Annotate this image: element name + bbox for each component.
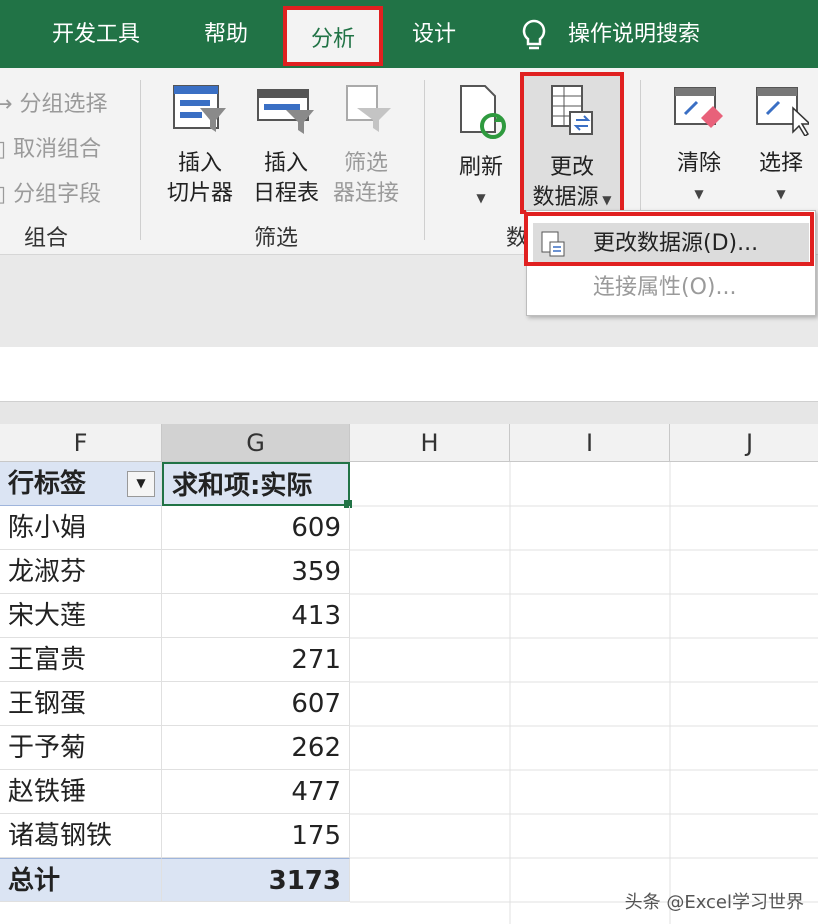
insert-slicer-button[interactable]: 插入 切片器 xyxy=(160,84,240,209)
ungroup-button[interactable]: ▯ 取消组合 xyxy=(0,131,101,163)
pivot-value[interactable]: 477 xyxy=(162,770,350,814)
filter-connections-icon xyxy=(326,84,406,145)
pivot-row-label-header: 行标签 ▼ xyxy=(0,462,162,506)
column-header-f[interactable]: F xyxy=(0,424,162,462)
refresh-button[interactable]: 刷新 ▼ xyxy=(446,84,516,213)
chevron-down-icon: ▼ xyxy=(776,187,786,201)
formula-bar[interactable] xyxy=(0,347,818,402)
column-header-i[interactable]: I xyxy=(510,424,670,462)
pivot-row-label[interactable]: 诸葛钢铁 xyxy=(0,814,162,858)
group-selection-button[interactable]: → 分组选择 xyxy=(0,86,107,118)
pivot-value[interactable]: 262 xyxy=(162,726,350,770)
pivot-total-value[interactable]: 3173 xyxy=(162,858,350,902)
ungroup-icon: ▯ xyxy=(0,137,7,162)
tab-design[interactable]: 设计 xyxy=(412,0,456,68)
lightbulb-icon xyxy=(520,0,548,68)
pivot-row-label[interactable]: 龙淑芬 xyxy=(0,550,162,594)
clear-button[interactable]: 清除 ▼ xyxy=(664,84,734,209)
ribbon-separator xyxy=(140,80,141,240)
ribbon-separator xyxy=(424,80,425,240)
group-field-icon: ▯ xyxy=(0,182,7,207)
pivot-row-label[interactable]: 宋大莲 xyxy=(0,594,162,638)
highlight-box-change-source xyxy=(520,72,624,214)
filter-dropdown-button[interactable]: ▼ xyxy=(127,471,155,497)
tab-developer[interactable]: 开发工具 xyxy=(52,0,140,68)
tab-analyze[interactable]: 分析 xyxy=(283,6,383,66)
highlight-box-menu-item xyxy=(524,212,814,266)
timeline-icon xyxy=(246,84,326,145)
pivot-row-label[interactable]: 赵铁锤 xyxy=(0,770,162,814)
group-selection-icon: → xyxy=(0,92,13,117)
chevron-down-icon: ▼ xyxy=(476,191,486,205)
pivot-value[interactable]: 607 xyxy=(162,682,350,726)
column-header-g[interactable]: G xyxy=(162,424,350,462)
clear-icon xyxy=(664,84,734,145)
pivot-row-label[interactable]: 王钢蛋 xyxy=(0,682,162,726)
pivot-row-label[interactable]: 王富贵 xyxy=(0,638,162,682)
filter-connections-button[interactable]: 筛选 器连接 xyxy=(326,84,406,209)
refresh-icon xyxy=(446,84,516,149)
sheet-gap xyxy=(0,402,818,424)
pivot-value[interactable]: 413 xyxy=(162,594,350,638)
watermark: 头条 @Excel学习世界 xyxy=(624,892,804,913)
chevron-down-icon: ▼ xyxy=(694,187,704,201)
pivot-value[interactable]: 359 xyxy=(162,550,350,594)
column-header-j[interactable]: J xyxy=(670,424,818,462)
filter-group-label: 筛选 xyxy=(254,226,299,251)
group-field-button[interactable]: ▯ 分组字段 xyxy=(0,176,101,208)
group-label: 组合 xyxy=(24,226,69,251)
pivot-value[interactable]: 271 xyxy=(162,638,350,682)
select-button[interactable]: 选择 ▼ xyxy=(746,84,816,209)
menu-item-connection-properties[interactable]: 连接属性(O)... xyxy=(533,267,809,309)
ribbon-tab-bar: 开发工具 帮助 分析 设计 操作说明搜索 xyxy=(0,0,818,68)
tab-help[interactable]: 帮助 xyxy=(204,0,248,68)
pivot-row-label[interactable]: 陈小娟 xyxy=(0,506,162,550)
pivot-value[interactable]: 609 xyxy=(162,506,350,550)
pivot-row-label[interactable]: 于予菊 xyxy=(0,726,162,770)
select-icon xyxy=(746,84,816,145)
column-header-h[interactable]: H xyxy=(350,424,510,462)
pivot-total-label[interactable]: 总计 xyxy=(0,858,162,902)
insert-timeline-button[interactable]: 插入 日程表 xyxy=(246,84,326,209)
tell-me-search[interactable]: 操作说明搜索 xyxy=(568,0,700,68)
pivot-value-header[interactable]: 求和项:实际 xyxy=(162,462,350,506)
pivot-value[interactable]: 175 xyxy=(162,814,350,858)
slicer-icon xyxy=(160,84,240,145)
worksheet-grid: 行标签 ▼ 求和项:实际 陈小娟 609 龙淑芬 359 宋大莲 413 王富贵… xyxy=(0,462,818,924)
